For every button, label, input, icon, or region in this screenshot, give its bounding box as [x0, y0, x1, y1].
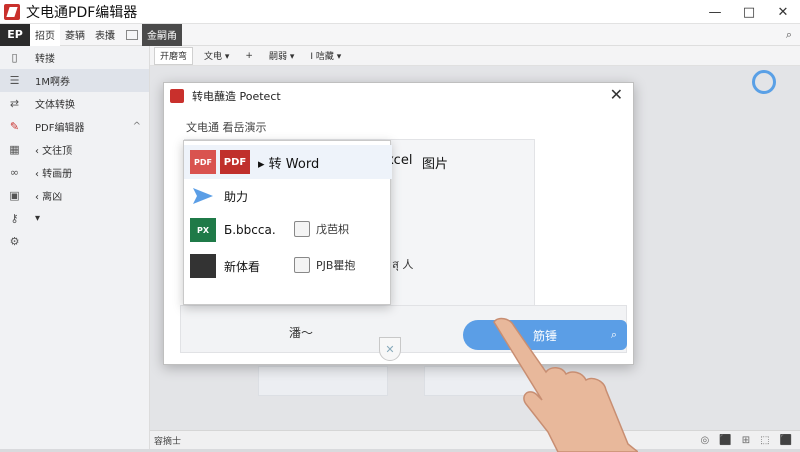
- toolbar-view-dropdown[interactable]: I 唁藏 ▾: [305, 47, 346, 65]
- pdf-icon: PDF: [220, 150, 250, 174]
- sidebar-item-label: PDF编辑器: [35, 123, 85, 134]
- option-checkbox[interactable]: [294, 221, 310, 237]
- link-icon: ∞: [9, 166, 20, 179]
- status-bar: 容摘士 ◎ ⬛ ⊞ ⬚ ⬛: [150, 430, 800, 449]
- dropdown-item-label: 助力: [224, 189, 249, 204]
- close-window-button[interactable]: ✕: [766, 0, 800, 24]
- dropdown-item-help[interactable]: 助力: [184, 179, 392, 213]
- app-logo-icon: [4, 3, 20, 20]
- grid-icon: ▦: [9, 143, 20, 156]
- chevron-up-icon[interactable]: ^: [133, 121, 141, 132]
- layout-icon[interactable]: [126, 29, 138, 40]
- sidebar: ▯ 转搂 ☰ 1M啊券 ⇄ 文体转换 ✎ PDF编辑器 ^ ▦ ‹ 文往顶 ∞ …: [0, 46, 150, 449]
- maximize-button[interactable]: □: [732, 0, 766, 24]
- menu-bar: EP 招页 菱辆 表攮 金嗣甬: [0, 23, 800, 46]
- dropdown-item-label: ▸ 转 Word: [258, 156, 320, 172]
- toolbar-open[interactable]: 开磨弯: [154, 46, 194, 65]
- toolbar: 开磨弯 文电 ▾ + 嗣弱 ▾ I 唁藏 ▾: [150, 46, 800, 66]
- dialog-subtitle: 文电通 看岳演示: [186, 121, 267, 134]
- sidebar-item-label: ‹ 文往顶: [35, 146, 73, 157]
- toolbar-insert-dropdown[interactable]: 嗣弱 ▾: [264, 47, 299, 65]
- search-icon[interactable]: ⌕: [786, 28, 792, 42]
- app-logo-icon: [170, 89, 184, 103]
- pdf-file-icon: PDF: [190, 150, 216, 174]
- dialog-title: 转电蘸造 Poetect: [192, 90, 281, 103]
- sidebar-item-album[interactable]: ∞ ‹ 转画册: [0, 161, 149, 184]
- dropdown-item-pdf-to-word[interactable]: PDF PDF ▸ 转 Word: [184, 145, 392, 179]
- ppt-file-icon: PX: [190, 218, 216, 242]
- dropdown-item-doc[interactable]: 新体看: [184, 249, 392, 283]
- menu-tab-home[interactable]: 招页: [30, 23, 60, 46]
- gear-icon: ⚙: [9, 235, 20, 248]
- page-view-icon[interactable]: ⬚: [760, 435, 769, 446]
- title-bar: 文电通PDF编辑器 — □ ✕: [0, 0, 800, 24]
- sidebar-item-label: 转搂: [35, 54, 55, 65]
- sidebar-item-label: 文体转换: [35, 100, 75, 111]
- sidebar-item-label: ‹ 转画册: [35, 169, 73, 180]
- option-checkbox-label: 戊芭枳: [316, 223, 349, 236]
- sidebar-item-files[interactable]: ▦ ‹ 文往顶: [0, 138, 149, 161]
- menu-right-tools: ⌕: [786, 24, 792, 46]
- dropdown-item-ppt[interactable]: PX Б.bbcca.: [184, 213, 392, 247]
- menu-tab-convert[interactable]: 菱辆: [60, 24, 90, 46]
- format-dropdown: PDF PDF ▸ 转 Word 助力 PX Б.bbcca. 新体看 戊芭枳 …: [183, 140, 392, 305]
- sidebar-item-pdf-editor[interactable]: ✎ PDF编辑器 ^: [0, 115, 149, 138]
- option-checkbox-label: PJB瞿抱: [316, 259, 356, 272]
- dropdown-item-label: Б.bbcca.: [224, 223, 276, 237]
- sidebar-item-more[interactable]: ⚷ ▾: [0, 207, 149, 230]
- sidebar-item-secure[interactable]: ▣ ‹ 离凶: [0, 184, 149, 207]
- background-card: [258, 366, 388, 396]
- toolbar-add-button[interactable]: +: [240, 47, 258, 65]
- send-icon: [190, 184, 216, 208]
- zoom-icon[interactable]: ◎: [701, 435, 710, 446]
- options-dropdown[interactable]: 潘～: [289, 324, 313, 341]
- picture-option-label[interactable]: 图片: [422, 153, 448, 172]
- key-icon: ⚷: [10, 212, 19, 225]
- ep-logo: EP: [0, 23, 30, 46]
- minimize-button[interactable]: —: [698, 0, 732, 24]
- fullscreen-icon[interactable]: ⬛: [780, 435, 792, 446]
- document-icon: ▯: [11, 51, 18, 64]
- fit-page-icon[interactable]: ⬛: [719, 435, 731, 446]
- dialog-header: 转电蘸造 Poetect ✕: [164, 83, 633, 109]
- grid-view-icon[interactable]: ⊞: [742, 435, 750, 446]
- hand-pointer-icon: [493, 317, 638, 452]
- sidebar-item-transfer[interactable]: ▯ 转搂: [0, 46, 149, 69]
- lock-icon: ▣: [9, 189, 20, 202]
- shield-icon: ✕: [379, 337, 401, 361]
- status-controls: ◎ ⬛ ⊞ ⬚ ⬛: [701, 435, 792, 446]
- window-controls: — □ ✕: [698, 0, 800, 24]
- convert-icon: ⇄: [9, 97, 20, 110]
- chat-bubble-icon[interactable]: [752, 70, 776, 94]
- sidebar-item-settings[interactable]: ⚙: [0, 230, 149, 253]
- toolbar-file-dropdown[interactable]: 文电 ▾: [199, 47, 234, 65]
- option-checkbox[interactable]: [294, 257, 310, 273]
- doc-file-icon: [190, 254, 216, 278]
- menu-tab-table[interactable]: 表攮: [90, 24, 120, 46]
- list-icon: ☰: [9, 74, 20, 87]
- app-title: 文电通PDF编辑器: [26, 4, 138, 21]
- pen-icon: ✎: [9, 120, 20, 133]
- sidebar-item-list[interactable]: ☰ 1M啊券: [0, 69, 149, 92]
- menu-tab-all[interactable]: 金嗣甬: [142, 23, 182, 46]
- dropdown-item-label: 新体看: [224, 259, 261, 274]
- sidebar-item-label: 1M啊券: [35, 77, 70, 88]
- sidebar-item-label: ‹ 离凶: [35, 192, 63, 203]
- sidebar-item-convert[interactable]: ⇄ 文体转换: [0, 92, 149, 115]
- close-icon[interactable]: ✕: [610, 85, 623, 104]
- sidebar-item-label: ▾: [35, 213, 41, 224]
- status-text: 容摘士: [154, 436, 182, 447]
